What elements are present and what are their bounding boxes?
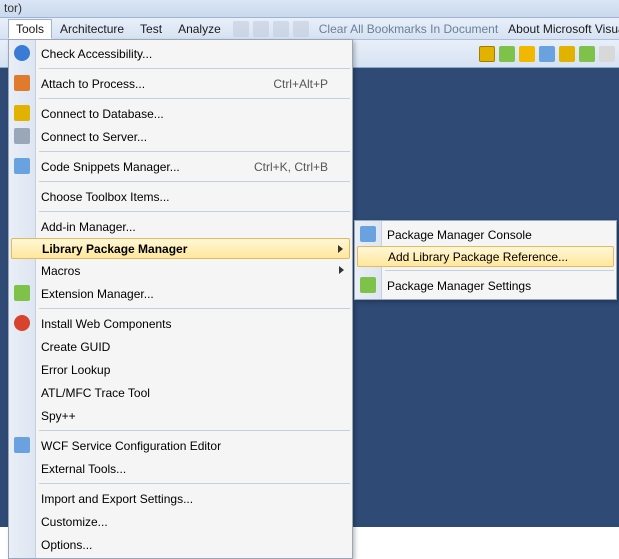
- mi-wcf[interactable]: WCF Service Configuration Editor: [9, 434, 352, 457]
- separator: [39, 430, 350, 431]
- server-icon: [14, 128, 30, 144]
- mi-connect-database[interactable]: Connect to Database...: [9, 102, 352, 125]
- separator: [39, 98, 350, 99]
- mi-attach-process[interactable]: Attach to Process... Ctrl+Alt+P: [9, 72, 352, 95]
- mi-add-library-reference[interactable]: Add Library Package Reference...: [357, 246, 614, 267]
- mi-create-guid[interactable]: Create GUID: [9, 335, 352, 358]
- menu-tools[interactable]: Tools: [8, 19, 52, 39]
- mi-external-tools[interactable]: External Tools...: [9, 457, 352, 480]
- toolbar-down-icon[interactable]: [519, 46, 535, 62]
- mi-atl-trace[interactable]: ATL/MFC Trace Tool: [9, 381, 352, 404]
- download-icon: [14, 315, 30, 331]
- mi-label: Connect to Database...: [41, 107, 328, 121]
- mi-label: Attach to Process...: [41, 77, 243, 91]
- extension-icon: [14, 285, 30, 301]
- mi-label: WCF Service Configuration Editor: [41, 439, 328, 453]
- mi-label: Library Package Manager: [42, 242, 327, 256]
- chevron-right-icon: [339, 266, 344, 274]
- mi-label: Create GUID: [41, 340, 328, 354]
- toolbar-misc-icon[interactable]: [599, 46, 615, 62]
- mi-label: Package Manager Settings: [387, 279, 592, 293]
- wcf-icon: [14, 437, 30, 453]
- mi-import-export[interactable]: Import and Export Settings...: [9, 487, 352, 510]
- mi-package-console[interactable]: Package Manager Console: [355, 223, 616, 246]
- tools-dropdown: Check Accessibility... Attach to Process…: [8, 39, 353, 559]
- library-package-submenu: Package Manager Console Add Library Pack…: [354, 220, 617, 300]
- mi-library-package-manager[interactable]: Library Package Manager: [11, 238, 350, 259]
- mi-label: Connect to Server...: [41, 130, 328, 144]
- mi-label: Import and Export Settings...: [41, 492, 328, 506]
- mi-addin-manager[interactable]: Add-in Manager...: [9, 215, 352, 238]
- snippets-icon: [14, 158, 30, 174]
- window-title-fragment: tor): [0, 0, 619, 18]
- mi-spy[interactable]: Spy++: [9, 404, 352, 427]
- mi-shortcut: Ctrl+K, Ctrl+B: [254, 160, 328, 174]
- mi-label: Spy++: [41, 409, 328, 423]
- separator: [39, 211, 350, 212]
- menubar: Tools Architecture Test Analyze Clear Al…: [0, 18, 619, 40]
- separator: [39, 68, 350, 69]
- about-link[interactable]: About Microsoft Visua: [508, 22, 619, 36]
- mi-customize[interactable]: Customize...: [9, 510, 352, 533]
- mi-label: Macros: [41, 264, 328, 278]
- mi-macros[interactable]: Macros: [9, 259, 352, 282]
- mi-extension-manager[interactable]: Extension Manager...: [9, 282, 352, 305]
- mi-label: Install Web Components: [41, 317, 328, 331]
- database-icon: [14, 105, 30, 121]
- bookmark-icon[interactable]: [233, 21, 249, 37]
- mi-options[interactable]: Options...: [9, 533, 352, 556]
- toolbar-refresh-icon[interactable]: [499, 46, 515, 62]
- bookmark-folder-icon[interactable]: [293, 21, 309, 37]
- accessibility-icon: [14, 45, 30, 61]
- chevron-right-icon: [338, 245, 343, 253]
- mi-package-settings[interactable]: Package Manager Settings: [355, 274, 616, 297]
- menu-analyze[interactable]: Analyze: [170, 19, 229, 39]
- mi-label: Code Snippets Manager...: [41, 160, 224, 174]
- mi-choose-toolbox[interactable]: Choose Toolbox Items...: [9, 185, 352, 208]
- mi-connect-server[interactable]: Connect to Server...: [9, 125, 352, 148]
- menu-architecture[interactable]: Architecture: [52, 19, 132, 39]
- mi-label: ATL/MFC Trace Tool: [41, 386, 328, 400]
- bookmark-prev-icon[interactable]: [253, 21, 269, 37]
- mi-label: Package Manager Console: [387, 228, 592, 242]
- separator: [39, 181, 350, 182]
- toolbar-db-icon[interactable]: [559, 46, 575, 62]
- menubar-toolbar-icons: [233, 21, 309, 37]
- attach-process-icon: [14, 75, 30, 91]
- mi-check-accessibility[interactable]: Check Accessibility...: [9, 42, 352, 65]
- mi-code-snippets[interactable]: Code Snippets Manager... Ctrl+K, Ctrl+B: [9, 155, 352, 178]
- mi-label: Add Library Package Reference...: [388, 250, 591, 264]
- mi-install-web[interactable]: Install Web Components: [9, 312, 352, 335]
- menu-test[interactable]: Test: [132, 19, 170, 39]
- bookmark-next-icon[interactable]: [273, 21, 289, 37]
- toolbar-config-icon[interactable]: [539, 46, 555, 62]
- separator: [39, 483, 350, 484]
- mi-label: Error Lookup: [41, 363, 328, 377]
- separator: [385, 270, 614, 271]
- mi-label: Add-in Manager...: [41, 220, 328, 234]
- settings-icon: [360, 277, 376, 293]
- mi-shortcut: Ctrl+Alt+P: [273, 77, 328, 91]
- mi-label: Customize...: [41, 515, 328, 529]
- mi-label: External Tools...: [41, 462, 328, 476]
- mi-label: Extension Manager...: [41, 287, 328, 301]
- console-icon: [360, 226, 376, 242]
- separator: [39, 308, 350, 309]
- mi-label: Check Accessibility...: [41, 47, 328, 61]
- mi-label: Options...: [41, 538, 328, 552]
- mi-error-lookup[interactable]: Error Lookup: [9, 358, 352, 381]
- separator: [39, 151, 350, 152]
- mi-label: Choose Toolbox Items...: [41, 190, 328, 204]
- clear-bookmarks-link[interactable]: Clear All Bookmarks In Document: [319, 22, 498, 36]
- toolbar-box-icon[interactable]: [479, 46, 495, 62]
- toolbar-play-icon[interactable]: [579, 46, 595, 62]
